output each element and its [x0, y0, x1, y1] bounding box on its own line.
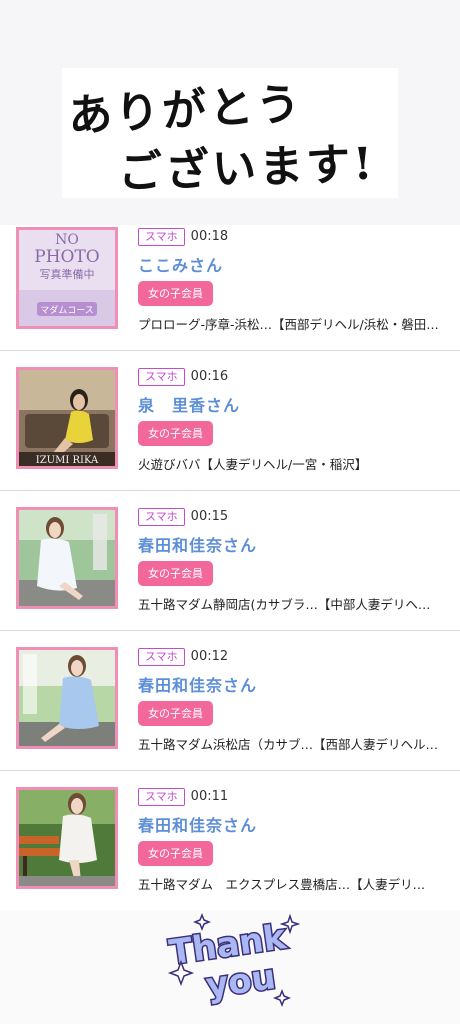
member-type-badge: 女の子会員 [138, 421, 213, 446]
list-item[interactable]: スマホ 00:12 春田和佳奈さん 女の子会員 五十路マダム浜松店（カサブ…【西… [0, 631, 460, 771]
device-badge: スマホ [138, 787, 185, 806]
shop-info[interactable]: 五十路マダム エクスプレス豊橋店…【人妻デリ… [138, 874, 443, 893]
thumb-no-text: NO [55, 232, 79, 248]
member-name[interactable]: ここみさん [138, 252, 446, 276]
thank-you-handwritten-image: ありがとう ございます! [62, 68, 398, 198]
member-name[interactable]: 春田和佳奈さん [138, 672, 446, 696]
member-type-badge: 女の子会員 [138, 841, 213, 866]
thumb-photo-text: PHOTO [34, 247, 99, 267]
thank-you-sticker: Thank you [165, 912, 300, 1008]
thumb-caption: IZUMI RIKA [36, 455, 99, 466]
profile-thumbnail[interactable]: NO PHOTO 写真準備中 マダムコース [16, 227, 118, 329]
member-name[interactable]: 春田和佳奈さん [138, 812, 446, 836]
member-name[interactable]: 泉 里香さん [138, 392, 446, 416]
profile-thumbnail[interactable] [16, 507, 118, 609]
member-name[interactable]: 春田和佳奈さん [138, 532, 446, 556]
footer-banner: Thank you [0, 910, 460, 1024]
visitor-list: NO PHOTO 写真準備中 マダムコース スマホ 00:18 ここみさん 女の… [0, 211, 460, 910]
list-item[interactable]: スマホ 00:15 春田和佳奈さん 女の子会員 五十路マダム静岡店(カサブラ…【… [0, 491, 460, 631]
visit-time: 00:18 [190, 229, 229, 244]
member-type-badge: 女の子会員 [138, 281, 213, 306]
shop-info[interactable]: プロローグ-序章-浜松…【西部デリヘル/浜松・磐田… [138, 314, 443, 333]
list-item[interactable]: IZUMI RIKA スマホ 00:16 泉 里香さん 女の子会員 火遊びババ【… [0, 351, 460, 491]
shop-info[interactable]: 火遊びババ【人妻デリヘル/一宮・稲沢】 [138, 454, 443, 473]
list-item[interactable]: スマホ 00:11 春田和佳奈さん 女の子会員 五十路マダム エクスプレス豊橋店… [0, 771, 460, 910]
device-badge: スマホ [138, 367, 185, 386]
shop-info[interactable]: 五十路マダム静岡店(カサブラ…【中部人妻デリヘ… [138, 594, 443, 613]
list-item[interactable]: NO PHOTO 写真準備中 マダムコース スマホ 00:18 ここみさん 女の… [0, 211, 460, 351]
thumb-preparing-text: 写真準備中 [40, 267, 95, 281]
member-type-badge: 女の子会員 [138, 701, 213, 726]
profile-thumbnail[interactable]: IZUMI RIKA [16, 367, 118, 469]
visit-time: 00:11 [190, 789, 229, 804]
shop-info[interactable]: 五十路マダム浜松店（カサブ…【西部人妻デリヘル… [138, 734, 443, 753]
sticker-line2: you [204, 957, 279, 1006]
visit-time: 00:15 [190, 509, 229, 524]
visit-time: 00:12 [190, 649, 229, 664]
header-banner: ありがとう ございます! [0, 0, 460, 225]
profile-thumbnail[interactable] [16, 787, 118, 889]
device-badge: スマホ [138, 507, 185, 526]
device-badge: スマホ [138, 227, 185, 246]
thumb-course-text: マダムコース [40, 304, 94, 316]
visit-time: 00:16 [190, 369, 229, 384]
device-badge: スマホ [138, 647, 185, 666]
profile-thumbnail[interactable] [16, 647, 118, 749]
header-line2: ございます! [117, 138, 377, 199]
member-type-badge: 女の子会員 [138, 561, 213, 586]
